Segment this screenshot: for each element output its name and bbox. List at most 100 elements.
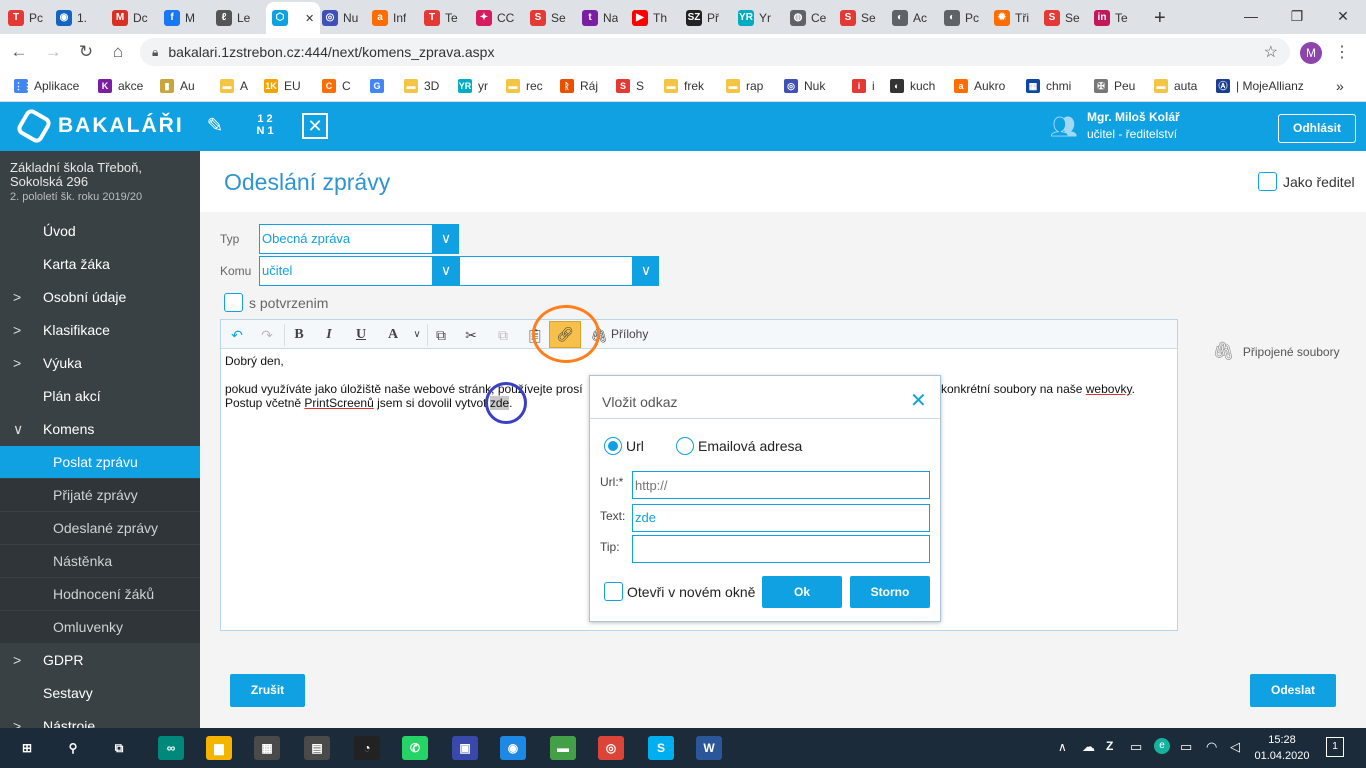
bookmark-item[interactable]: G [370, 76, 390, 96]
text-input[interactable]: zde [632, 504, 930, 532]
clock[interactable]: 15:28 01.04.2020 [1252, 732, 1312, 764]
sidebar-item[interactable]: Omluvenky [0, 611, 200, 643]
browser-tab[interactable]: T Pc [8, 6, 43, 30]
sidebar-item[interactable]: Úvod [0, 215, 200, 247]
wifi-icon[interactable]: ◠ [1206, 739, 1217, 755]
sidebar-item[interactable]: Odeslané zprávy [0, 512, 200, 544]
chevron-down-icon[interactable]: ∨ [633, 256, 659, 286]
profile-avatar[interactable]: M [1300, 42, 1322, 64]
grades-icon[interactable]: 1 2N 1 [252, 113, 278, 139]
battery-icon[interactable]: ▭ [1180, 739, 1192, 755]
sidebar-item[interactable]: Poslat zprávu [0, 446, 200, 478]
word-icon[interactable]: W [696, 736, 722, 760]
back-icon[interactable]: ← [8, 41, 30, 63]
copy-icon[interactable]: ⧉ [431, 325, 451, 345]
bookmark-item[interactable]: ᚱ Ráj [560, 76, 598, 96]
radio-email[interactable] [676, 437, 694, 455]
maximize-button[interactable]: ❐ [1274, 0, 1320, 32]
browser-tab[interactable]: ◐ Ac [892, 6, 927, 30]
tray-app-icon[interactable]: e [1154, 738, 1170, 754]
car-icon[interactable]: ▬ [550, 736, 576, 760]
ok-button[interactable]: Ok [762, 576, 842, 608]
browser-tab[interactable]: SZ Př [686, 6, 719, 30]
browser-tab[interactable]: YR Yr [738, 6, 771, 30]
browser-tab[interactable]: ◐ Pc [944, 6, 979, 30]
bookmark-item[interactable]: CC [322, 76, 351, 96]
explorer-icon[interactable]: ▆ [206, 736, 232, 760]
browser-tab[interactable]: ✹ Tři [994, 6, 1029, 30]
browser-tab[interactable]: ✦ CC [476, 6, 514, 30]
app-tray-icon[interactable]: Z [1106, 739, 1113, 753]
bookmark-item[interactable]: ▬ auta [1154, 76, 1197, 96]
underline-icon[interactable]: U [351, 325, 371, 345]
forward-icon[interactable]: → [42, 41, 64, 63]
home-icon[interactable]: ⌂ [107, 41, 129, 63]
bookmark-item[interactable]: SS [616, 76, 644, 96]
speed-icon[interactable]: ◔ [354, 736, 380, 760]
star-icon[interactable]: ☆ [1264, 42, 1278, 62]
minimize-button[interactable]: — [1228, 0, 1274, 32]
bookmark-item[interactable]: ◎ Nuk [784, 76, 825, 96]
edit-icon[interactable]: ✎ [202, 113, 228, 139]
jako-reditel-checkbox[interactable]: Jako ředitel [1258, 172, 1355, 191]
browser-tab[interactable]: in Te [1094, 6, 1128, 30]
browser-tab[interactable]: S Se [530, 6, 566, 30]
checkbox-icon[interactable] [1258, 172, 1277, 191]
browser-tab[interactable]: ⬡ ✕ [266, 2, 321, 34]
bookmark-item[interactable]: ▦ chmi [1026, 76, 1071, 96]
bookmark-item[interactable]: Ⓐ | MojeAllianz [1216, 76, 1304, 96]
chevron-down-icon[interactable]: ∨ [433, 224, 459, 254]
komu-select[interactable]: učitel [259, 256, 433, 286]
browser-tab[interactable]: a Inf [372, 6, 406, 30]
bookmark-item[interactable]: ▬ rec [506, 76, 543, 96]
redo-icon[interactable]: ↷ [257, 325, 277, 345]
sidebar-item[interactable]: > GDPR [0, 644, 200, 676]
browser-tab[interactable]: ▶ Th [632, 6, 667, 30]
store-icon[interactable]: ▦ [254, 736, 280, 760]
tip-input[interactable] [632, 535, 930, 563]
close-icon[interactable]: ✕ [910, 388, 927, 413]
new-window-checkbox[interactable]: Otevři v novém okně [604, 582, 755, 601]
sidebar-item[interactable]: ∨ Komens [0, 413, 200, 445]
bookmark-item[interactable]: ▬ frek [664, 76, 704, 96]
radio-url[interactable] [604, 437, 622, 455]
send-button[interactable]: Odeslat [1250, 674, 1336, 707]
browser-tab[interactable]: S Se [1044, 6, 1080, 30]
browser-tab[interactable]: ◎ Nu [322, 6, 358, 30]
whatsapp-icon[interactable]: ✆ [402, 736, 428, 760]
app-3-icon[interactable]: ◉ [500, 736, 526, 760]
bold-icon[interactable]: B [289, 325, 309, 345]
skype-icon[interactable]: S [648, 736, 674, 760]
new-tab-button[interactable]: + [1154, 6, 1166, 30]
browser-tab[interactable]: ℓ Le [216, 6, 250, 30]
undo-icon[interactable]: ↶ [227, 325, 247, 345]
bookmark-item[interactable]: 1K EU [264, 76, 301, 96]
bookmark-item[interactable]: ii [852, 76, 875, 96]
italic-icon[interactable]: I [319, 325, 339, 345]
app-1-icon[interactable]: ∞ [158, 736, 184, 760]
display-icon[interactable]: ▭ [1130, 739, 1142, 755]
checkbox-icon[interactable] [604, 582, 623, 601]
menu-icon[interactable]: ⋮ [1334, 42, 1350, 62]
link-text[interactable]: PrintScreenů [304, 396, 373, 410]
bookmark-item[interactable]: ▬ A [220, 76, 248, 96]
calculator-icon[interactable]: ▤ [304, 736, 330, 760]
sidebar-item[interactable]: Plán akcí [0, 380, 200, 412]
checkbox-icon[interactable] [224, 293, 243, 312]
reload-icon[interactable]: ↻ [75, 41, 97, 63]
font-color-icon[interactable]: A [383, 325, 403, 345]
url-input[interactable] [632, 471, 930, 499]
browser-tab[interactable]: t Na [582, 6, 618, 30]
paste-disabled-icon[interactable]: ⧉ [493, 325, 513, 345]
komu-select-2[interactable] [459, 256, 633, 286]
chrome-icon[interactable]: ◎ [598, 736, 624, 760]
attached-files[interactable]: 🖇︎ Připojené soubory [1212, 341, 1340, 362]
close-tab-icon[interactable]: ✕ [305, 12, 314, 25]
bookmark-item[interactable]: ✠ Peu [1094, 76, 1135, 96]
close-window-button[interactable]: ✕ [1320, 0, 1366, 32]
sidebar-item[interactable]: > Osobní údaje [0, 281, 200, 313]
sidebar-item[interactable]: Přijaté zprávy [0, 479, 200, 511]
browser-tab[interactable]: fM [164, 6, 195, 30]
browser-tab[interactable]: ◉ 1. [56, 6, 87, 30]
close-box-icon[interactable]: ✕ [302, 113, 328, 139]
